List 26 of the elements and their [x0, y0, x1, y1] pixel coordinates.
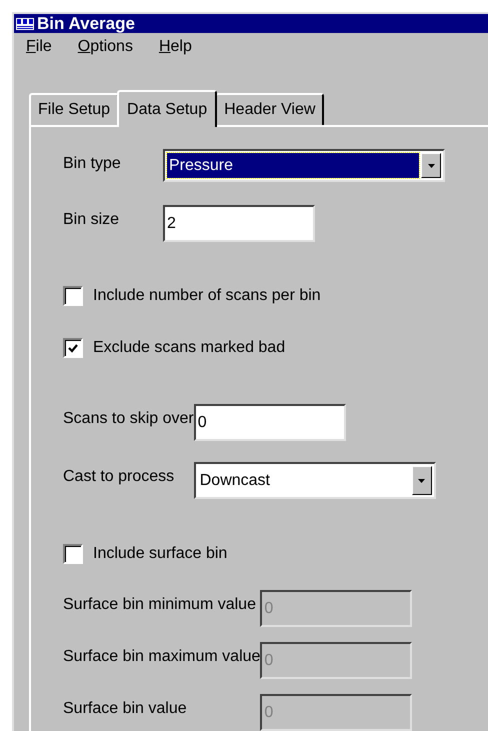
menu-item[interactable]: Options — [78, 38, 133, 56]
checkbox-label: Include surface bin — [93, 545, 228, 563]
field-label: Surface bin value — [63, 699, 187, 718]
input-field[interactable]: 0 — [194, 404, 346, 441]
tab[interactable]: Header View — [215, 93, 324, 125]
checkbox[interactable] — [63, 286, 83, 306]
field-label: Bin size — [63, 210, 120, 229]
checkbox[interactable] — [63, 544, 83, 564]
menu-item[interactable]: File — [26, 38, 52, 56]
app-icon — [16, 18, 34, 30]
input-field[interactable]: 2 — [163, 205, 315, 242]
checkbox[interactable] — [63, 338, 83, 358]
dropdown[interactable]: Pressure — [163, 149, 445, 182]
tab[interactable]: File Setup — [29, 93, 120, 125]
field-label: Bin type — [63, 154, 121, 173]
menu-item[interactable]: Help — [158, 38, 192, 56]
dropdown[interactable]: Downcast — [194, 462, 436, 499]
window-title: Bin Average — [37, 14, 135, 34]
field-label: Surface bin minimum value — [63, 595, 256, 614]
checkbox-label: Include number of scans per bin — [93, 287, 321, 305]
field-label: Surface bin maximum value — [63, 647, 260, 666]
tab[interactable]: Data Setup — [117, 90, 218, 127]
checkbox-label: Exclude scans marked bad — [93, 339, 286, 357]
field-label: Cast to process — [63, 467, 174, 486]
check-icon — [68, 344, 78, 352]
field-label: Scans to skip over — [63, 409, 194, 428]
